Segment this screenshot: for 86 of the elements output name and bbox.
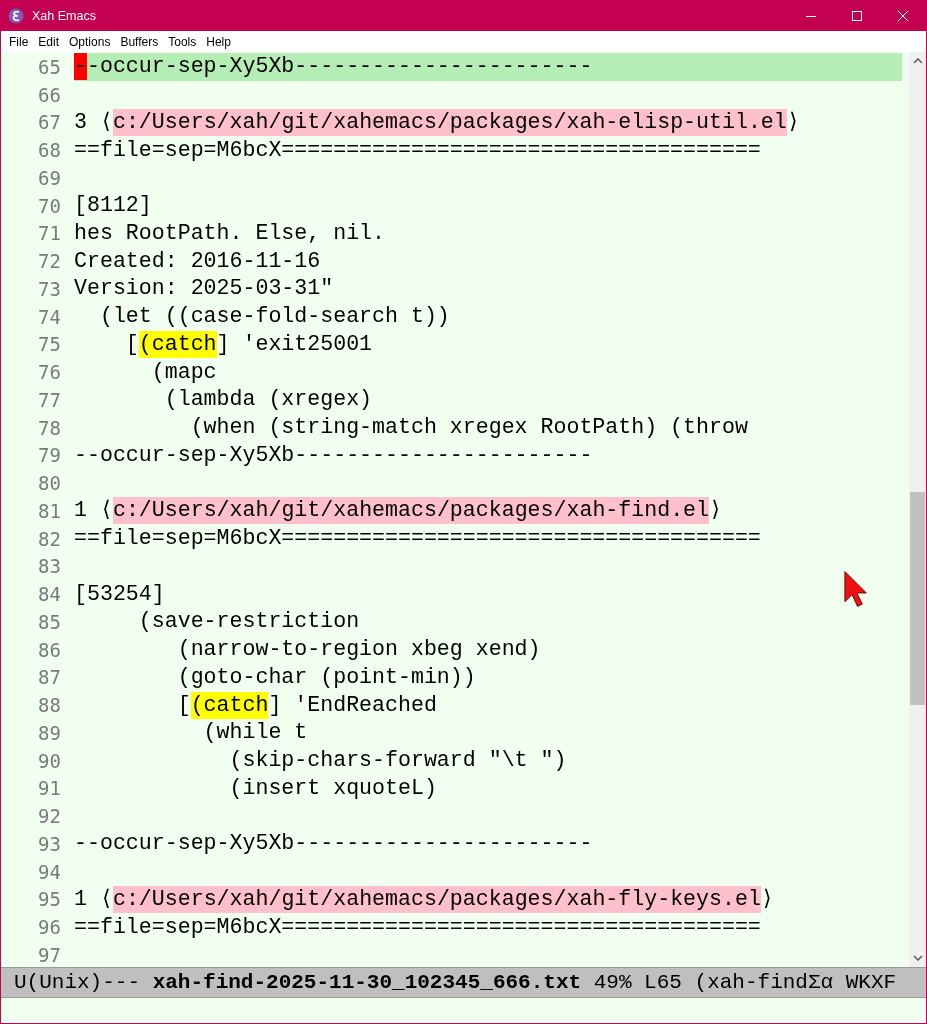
line-number: 95 [37,888,62,911]
mouse-pointer-icon [843,570,869,608]
code-text: ] 'EndReached [268,691,437,719]
code-text: ⟩ [760,885,774,913]
code-text: (goto-char (point-min)) [176,663,476,691]
line-number: 84 [37,583,62,606]
scroll-down-icon[interactable] [912,955,923,961]
menu-item[interactable]: File [4,34,34,49]
text-cursor: - [74,53,87,81]
line-number: 93 [37,832,62,855]
code-text: Created: 2016-11-16 [74,247,321,275]
code-text: (let ((case-fold-search t)) [98,303,450,331]
code-text: (narrow-to-region xbeg xend) [176,636,541,664]
line-number: 80 [37,472,62,495]
code-text: -occur-sep-Xy5Xb----------------------- [86,53,593,81]
code-text: [ [176,691,191,719]
app-icon [8,7,24,24]
line-number: 67 [37,111,62,134]
window-title: Xah Emacs [32,8,97,23]
search-match: (catch [138,330,217,358]
scroll-thumb[interactable] [910,492,925,705]
line-number: 87 [37,666,62,689]
code-text: 1 ⟨ [74,497,113,525]
search-match: (catch [190,691,269,719]
line-number: 76 [37,361,62,384]
code-text: ==file=sep=M6bcX===================================== [74,136,761,164]
code-text: (lambda (xregex) [163,386,373,414]
menu-item[interactable]: Options [64,34,116,49]
line-number: 94 [37,860,62,883]
scroll-up-icon[interactable] [912,58,923,64]
code-text: (when (string-match xregex RootPath) (throw [189,414,748,442]
menu-item[interactable]: Edit [33,34,65,49]
file-path: c:/Users/xah/git/xahemacs/packages/xah-fly-keys.el [112,885,761,913]
file-path: c:/Users/xah/git/xahemacs/packages/xah-elisp-util.el [112,108,787,136]
line-number: 83 [37,555,62,578]
line-number: 69 [37,166,62,189]
line-number: 81 [37,499,62,522]
menu-item[interactable]: Buffers [115,34,164,49]
line-number: 75 [37,333,62,356]
file-path: c:/Users/xah/git/xahemacs/packages/xah-find.el [112,497,709,525]
mode-line-text: U(Unix)--- xah-find-2025-11-30_102345_666.txt 49% L65 (xah-findΣα WKXF [14,971,897,994]
code-text: 3 ⟨ [74,108,113,136]
line-number: 97 [37,943,62,966]
line-number: 68 [37,139,62,162]
code-text: [8112] [74,192,152,220]
code-text: 1 ⟨ [74,885,113,913]
code-text: hes RootPath. Else, nil. [74,219,385,247]
code-text: (save-restriction [137,608,360,636]
line-number: 89 [37,721,62,744]
line-number: 65 [37,55,62,78]
code-text: (mapc [150,358,217,386]
line-number: 73 [37,277,62,300]
code-text: (skip-chars-forward "\t ") [228,747,567,775]
line-number: 91 [37,777,62,800]
line-number: 88 [37,694,62,717]
code-text: (while t [202,719,308,747]
code-text: (insert xquoteL) [228,774,437,802]
line-number: 66 [37,83,62,106]
maximize-icon[interactable] [851,9,863,22]
line-number: 92 [37,805,62,828]
line-number: 74 [37,305,62,328]
menu-item[interactable]: Tools [163,34,202,49]
line-number: 71 [37,222,62,245]
code-text: [53254] [74,580,165,608]
code-text: ==file=sep=M6bcX===================================== [74,525,761,553]
line-number: 85 [37,610,62,633]
line-number: 72 [37,250,62,273]
code-text: ⟩ [786,108,800,136]
line-number: 90 [37,749,62,772]
code-text: ] 'exit25001 [216,330,373,358]
code-text: --occur-sep-Xy5Xb----------------------- [74,830,593,858]
close-icon[interactable] [897,9,909,22]
line-number: 70 [37,194,62,217]
code-text: [ [124,330,139,358]
code-text: Version: 2025-03-31" [74,275,334,303]
line-number: 86 [37,638,62,661]
code-text: --occur-sep-Xy5Xb----------------------- [74,441,593,469]
line-number: 77 [37,388,62,411]
line-number: 79 [37,444,62,467]
line-number: 96 [37,916,62,939]
line-number: 78 [37,416,62,439]
menu-item[interactable]: Help [201,34,236,49]
code-text: ==file=sep=M6bcX===================================== [74,913,761,941]
line-number: 82 [37,527,62,550]
code-text: ⟩ [709,497,723,525]
scrollbar[interactable] [909,52,926,967]
